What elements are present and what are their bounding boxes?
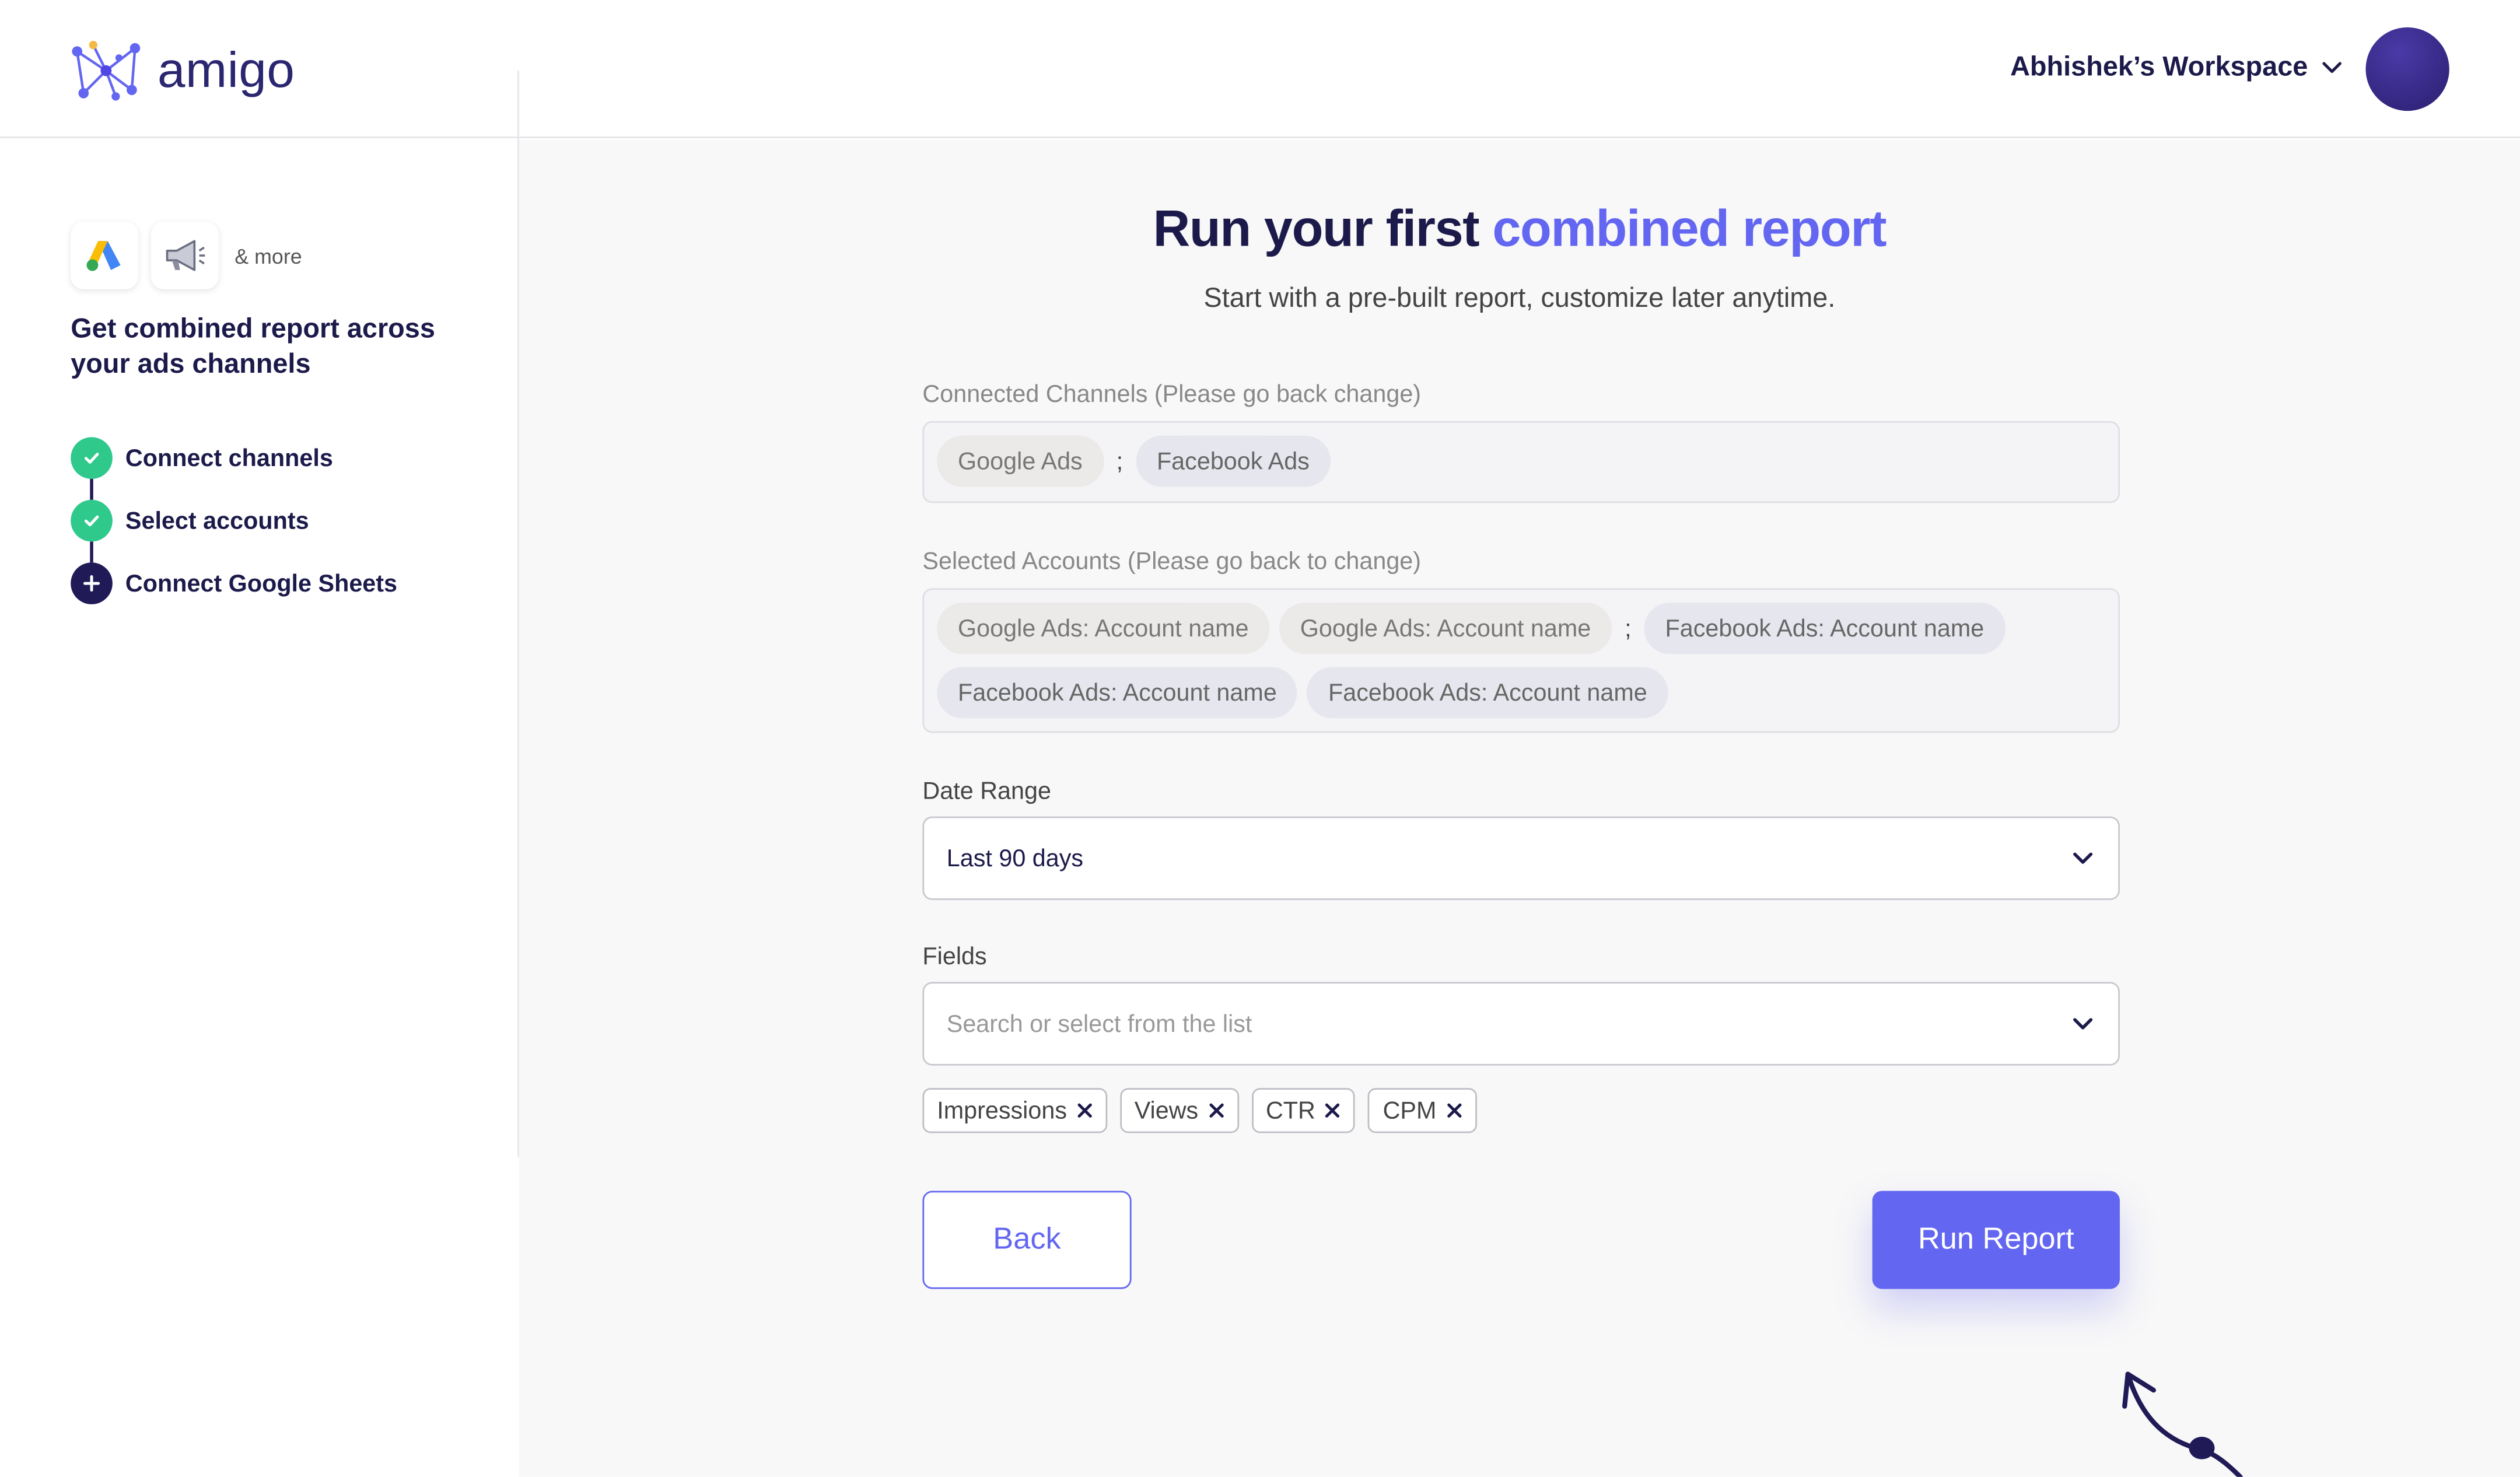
google-ads-icon [86, 241, 121, 271]
top-header: amigo Abhishek’s Workspace [0, 0, 2520, 138]
account-chip: Google Ads: Account name [937, 603, 1270, 654]
chevron-down-icon [2073, 852, 2093, 864]
plus-icon [71, 562, 113, 604]
amigo-logo-icon [72, 40, 141, 101]
megaphone-icon [166, 240, 205, 271]
chip-separator: ; [1116, 447, 1124, 475]
check-icon [71, 437, 113, 480]
channels-label: Connected Channels (Please go back chang… [922, 380, 1422, 408]
onboarding-steps: Connect channels Select accounts Connect… [71, 437, 397, 625]
close-icon[interactable] [1208, 1102, 1224, 1119]
step-connector [90, 479, 93, 500]
page-title: Run your first combined report [519, 200, 2520, 259]
page: amigo Abhishek’s Workspace & more Get co… [0, 0, 2520, 1477]
page-subtitle: Start with a pre-built report, customize… [1203, 282, 1836, 314]
fields-search-select[interactable]: Search or select from the list [922, 982, 2120, 1066]
pointer-arrow-icon [2122, 1371, 2243, 1477]
step-select-accounts[interactable]: Select accounts [71, 499, 397, 563]
title-accent: combined report [1492, 199, 1887, 257]
chevron-down-icon [2322, 62, 2342, 74]
date-range-value: Last 90 days [946, 844, 1084, 872]
date-range-select[interactable]: Last 90 days [922, 816, 2120, 900]
sidebar-heading: Get combined report across your ads chan… [71, 313, 435, 380]
chevron-down-icon [2073, 1018, 2093, 1030]
field-tag-impressions: Impressions [922, 1088, 1107, 1133]
field-tag-cpm: CPM [1368, 1088, 1477, 1133]
channel-badges: & more [71, 222, 302, 289]
channel-chip: Google Ads [937, 435, 1104, 487]
fields-label: Fields [922, 943, 987, 971]
step-connect-channels[interactable]: Connect channels [71, 437, 397, 500]
account-chip: Facebook Ads: Account name [1307, 667, 1668, 719]
field-tag-ctr: CTR [1251, 1088, 1356, 1133]
field-tag-label: CPM [1382, 1097, 1437, 1125]
workspace-switcher[interactable]: Abhishek’s Workspace [2010, 51, 2343, 83]
selected-accounts-box: Google Ads: Account name Google Ads: Acc… [922, 588, 2120, 733]
field-tag-views: Views [1119, 1088, 1239, 1133]
title-prefix: Run your first [1153, 199, 1493, 257]
chip-separator: ; [1625, 614, 1632, 642]
step-connector [90, 541, 93, 563]
user-avatar[interactable] [2365, 27, 2449, 111]
close-icon[interactable] [1446, 1102, 1462, 1119]
back-button[interactable]: Back [922, 1191, 1132, 1289]
step-label: Connect Google Sheets [125, 569, 398, 597]
check-icon [71, 499, 113, 542]
selected-fields: Impressions Views CTR CPM [922, 1088, 1477, 1133]
step-connect-google-sheets[interactable]: Connect Google Sheets [71, 562, 397, 604]
workspace-label: Abhishek’s Workspace [2010, 51, 2308, 82]
field-tag-label: Impressions [937, 1097, 1067, 1125]
megaphone-badge [150, 222, 219, 289]
logo[interactable]: amigo [68, 36, 295, 106]
run-report-button[interactable]: Run Report [1872, 1191, 2120, 1289]
field-tag-label: Views [1134, 1097, 1199, 1125]
field-tag-label: CTR [1265, 1097, 1315, 1125]
main-content-area [519, 139, 2520, 1477]
connected-channels-box: Google Ads ; Facebook Ads [922, 421, 2120, 503]
account-chip: Facebook Ads: Account name [1644, 603, 2006, 654]
account-chip: Google Ads: Account name [1279, 603, 1612, 654]
close-icon[interactable] [1077, 1102, 1093, 1119]
logo-text: amigo [157, 41, 295, 99]
fields-placeholder: Search or select from the list [946, 1010, 1252, 1038]
more-channels-label: & more [235, 243, 302, 268]
channel-chip: Facebook Ads [1136, 435, 1331, 487]
account-chip: Facebook Ads: Account name [937, 667, 1298, 719]
google-ads-badge [71, 222, 138, 289]
step-label: Select accounts [125, 507, 309, 535]
close-icon[interactable] [1325, 1102, 1341, 1119]
date-range-label: Date Range [922, 778, 1052, 806]
step-label: Connect channels [125, 444, 333, 472]
accounts-label: Selected Accounts (Please go back to cha… [922, 548, 1422, 576]
